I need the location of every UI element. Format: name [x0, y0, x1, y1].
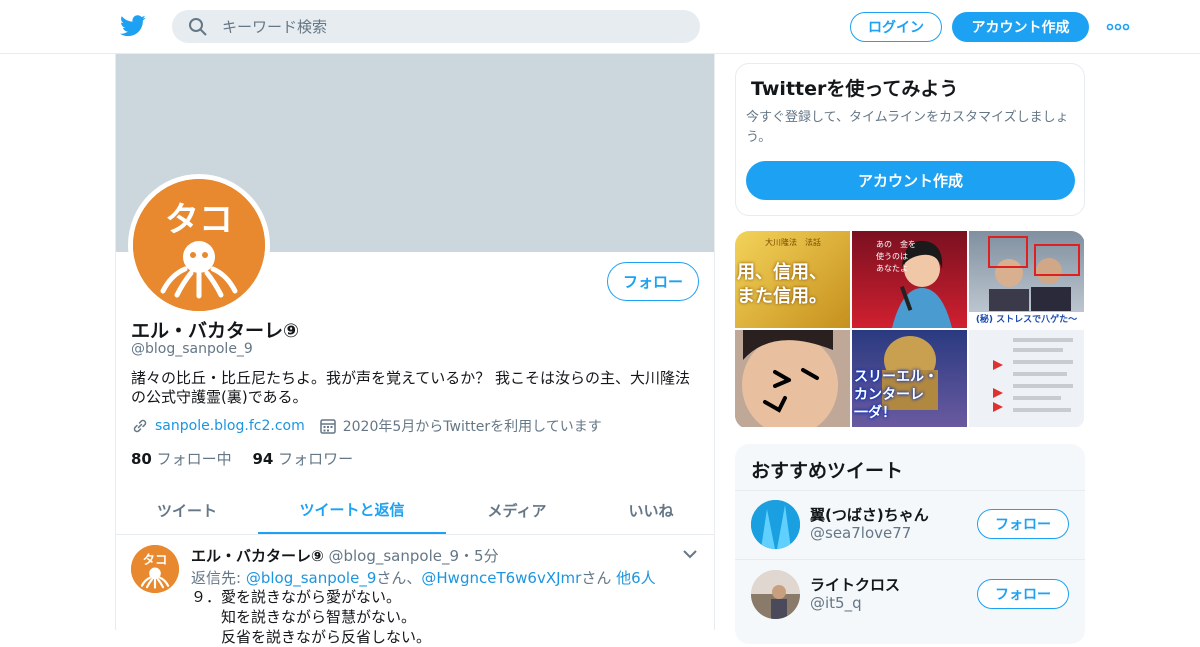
tab-media[interactable]: メディア: [446, 486, 588, 534]
media-1-main-text: 用、信用、 また信用。: [737, 262, 827, 307]
signup-button[interactable]: アカウント作成: [952, 12, 1089, 42]
login-button[interactable]: ログイン: [850, 12, 942, 42]
profile-bio: 諸々の比丘・比丘尼たちよ。我が声を覚えているか？ 我こそは汝らの主、大川隆法の公…: [131, 369, 691, 406]
divider: [735, 559, 1085, 560]
recommended-title: おすすめツイート: [751, 460, 904, 482]
tweet-reply-context: 返信先: @blog_sanpole_9さん、@HwgnceT6w6vXJmrさ…: [191, 567, 656, 588]
media-1-top-text: 大川隆法 法話: [765, 238, 821, 247]
media-3-photo: [988, 236, 1080, 311]
followers-label: フォロワー: [278, 450, 354, 468]
recommended-tweets: おすすめツイート 翼(つばさ)ちゃん @sea7love77 フォロー ライトク…: [735, 444, 1085, 644]
rec-user-1-name[interactable]: 翼(つばさ)ちゃん: [810, 504, 929, 525]
tab-likes[interactable]: いいね: [588, 486, 714, 534]
media-5-text: スリーエル・ カンターレ 一ダ！: [854, 369, 938, 421]
media-3-caption: (秘) ストレスで八ゲた～: [969, 312, 1084, 328]
following-count: 80: [131, 450, 152, 468]
joined-date: 2020年5月からTwitterを利用しています: [342, 419, 602, 435]
website-link[interactable]: sanpole.blog.fc2.com: [155, 418, 305, 434]
rec-user-2-handle[interactable]: @it5_q: [810, 594, 862, 612]
divider: [735, 490, 1085, 491]
profile-column: タコ フォロー エル・バカターレ⑨ @blog_sanpole_9 諸々の比丘・…: [115, 54, 715, 646]
reply-suffix-2: さん: [581, 569, 617, 587]
tweet-author-name[interactable]: エル・バカターレ⑨: [191, 547, 324, 565]
rec-user-2-avatar-image: [751, 570, 800, 619]
reply-mention-2[interactable]: @HwgnceT6w6vXJmr: [421, 569, 581, 587]
tweet-time[interactable]: ・5分: [459, 547, 499, 565]
sidebar: Twitterを使ってみよう 今すぐ登録して、タイムラインをカスタマイズしましょ…: [735, 63, 1085, 644]
link-icon: [133, 419, 147, 433]
following-link[interactable]: 80 フォロー中: [131, 450, 232, 468]
profile-avatar[interactable]: タコ: [128, 174, 270, 316]
follow-counts: 80 フォロー中 94 フォロワー: [131, 448, 353, 469]
twitter-bird-icon[interactable]: [120, 14, 146, 38]
tweet-author-handle[interactable]: @blog_sanpole_9: [328, 547, 459, 565]
following-label: フォロー中: [156, 450, 232, 468]
signup-card-title: Twitterを使ってみよう: [751, 78, 959, 100]
media-thumb-4[interactable]: [735, 330, 850, 427]
media-thumb-6[interactable]: [969, 330, 1084, 427]
media-thumb-3[interactable]: (秘) ストレスで八ゲた～: [969, 231, 1084, 328]
rec-user-1-handle[interactable]: @sea7love77: [810, 524, 911, 542]
tab-tweets-and-replies[interactable]: ツイートと返信: [258, 486, 446, 534]
chevron-down-icon[interactable]: [682, 549, 698, 559]
rec-user-2-avatar[interactable]: [751, 570, 800, 619]
signup-card-button[interactable]: アカウント作成: [746, 161, 1075, 200]
follow-button[interactable]: フォロー: [607, 262, 699, 301]
tweet-avatar-logo-text: タコ: [143, 553, 168, 567]
profile-name: エル・バカターレ⑨: [131, 320, 300, 342]
rec-user-2-name[interactable]: ライトクロス: [810, 574, 900, 595]
rec-user-1-follow-button[interactable]: フォロー: [977, 509, 1069, 539]
signup-card-text: 今すぐ登録して、タイムラインをカスタマイズしましょう。: [746, 110, 1069, 145]
profile-tabs: ツイート ツイートと返信 メディア いいね: [116, 486, 714, 535]
reply-suffix-1: さん、: [376, 569, 422, 587]
avatar-logo-text: タコ: [165, 200, 233, 240]
reply-mention-1[interactable]: @blog_sanpole_9: [246, 569, 377, 587]
media-4-face: [735, 330, 850, 427]
media-grid: 大川隆法 法話 用、信用、 また信用。 あの 金を 使うのは あなたよ (秘) …: [735, 231, 1085, 429]
profile-meta: sanpole.blog.fc2.com 2020年5月からTwitterを利用…: [131, 416, 602, 436]
media-thumb-1[interactable]: 大川隆法 法話 用、信用、 また信用。: [735, 231, 850, 328]
rec-user-1-avatar[interactable]: [751, 500, 800, 549]
rec-user-2-follow-button[interactable]: フォロー: [977, 579, 1069, 609]
rec-user-1-avatar-image: [751, 500, 800, 549]
search-input[interactable]: [222, 10, 682, 43]
search-icon: [189, 18, 207, 36]
media-2-text: あの 金を 使うのは あなたよ: [876, 240, 916, 273]
top-navigation-bar: ログイン アカウント作成: [0, 0, 1200, 54]
tab-tweets[interactable]: ツイート: [116, 486, 258, 534]
media-thumb-2[interactable]: あの 金を 使うのは あなたよ: [852, 231, 967, 328]
octopus-logo-image: タコ: [133, 179, 265, 311]
followers-link[interactable]: 94 フォロワー: [252, 450, 353, 468]
profile-handle: @blog_sanpole_9: [131, 341, 253, 357]
more-options-icon[interactable]: [1106, 18, 1130, 36]
media-thumb-5[interactable]: スリーエル・ カンターレ 一ダ！: [852, 330, 967, 427]
tweet-header: エル・バカターレ⑨ @blog_sanpole_9・5分: [191, 545, 499, 566]
tweet-text: ９．愛を説きながら愛がない。 知を説きながら智慧がない。 反省を説きながら反省し…: [191, 588, 432, 646]
followers-count: 94: [252, 450, 274, 468]
calendar-icon: [319, 419, 336, 434]
octopus-logo-small: タコ: [131, 545, 179, 593]
tweet-item[interactable]: タコ エル・バカターレ⑨ @blog_sanpole_9・5分 返信先: @bl…: [116, 535, 714, 646]
search-bar[interactable]: [172, 10, 700, 43]
signup-card: Twitterを使ってみよう 今すぐ登録して、タイムラインをカスタマイズしましょ…: [735, 63, 1085, 216]
tweet-avatar[interactable]: タコ: [131, 545, 179, 593]
reply-others-link[interactable]: 他6人: [616, 569, 656, 587]
reply-prefix: 返信先:: [191, 569, 246, 587]
media-6-screenshot: [969, 330, 1084, 427]
